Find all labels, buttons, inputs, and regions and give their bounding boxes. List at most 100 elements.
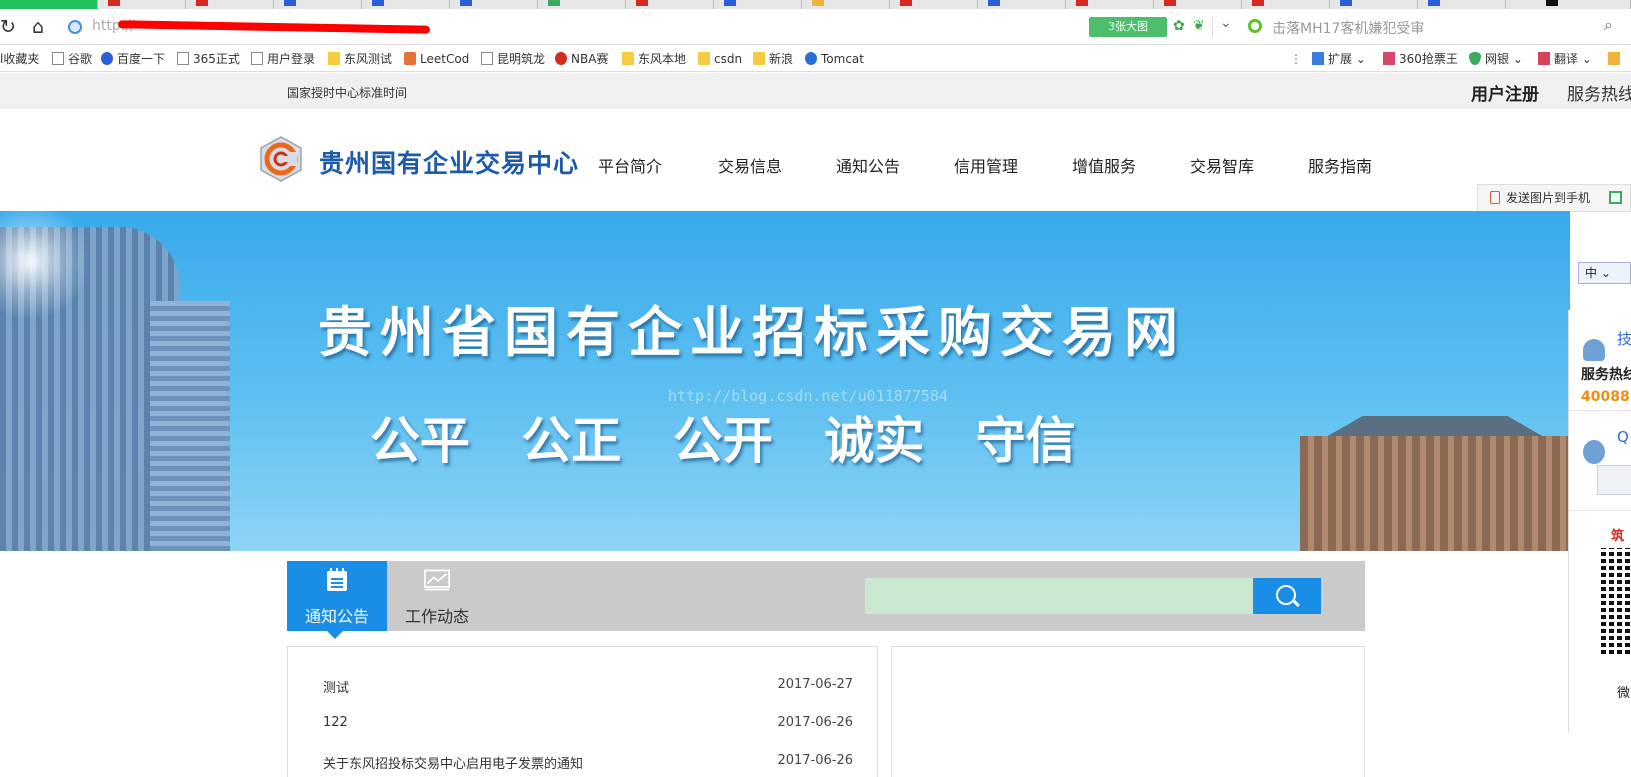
tool-label: 网银	[1485, 52, 1510, 66]
browser-tab[interactable]	[802, 0, 890, 9]
browser-tab[interactable]	[890, 0, 978, 9]
nav-value-added[interactable]: 增值服务	[1072, 153, 1136, 177]
folder-icon	[622, 52, 634, 65]
list-item[interactable]: 关于东风招投标交易中心启用电子发票的通知 2017-06-26	[323, 753, 853, 773]
browser-tab[interactable]	[98, 0, 186, 9]
browser-tab[interactable]	[1418, 0, 1506, 9]
notice-title[interactable]: 关于东风招投标交易中心启用电子发票的通知	[323, 753, 583, 772]
bookmark-dongfeng-local[interactable]: 东风本地	[622, 50, 686, 68]
tool-extensions[interactable]: 扩展 ⌄	[1312, 50, 1366, 68]
divider	[1569, 510, 1631, 511]
bookmark-label: 365正式	[193, 52, 240, 66]
banner-slogan: 公平 公正 公开 诚实 守信	[370, 411, 1076, 470]
nav-notices[interactable]: 通知公告	[836, 153, 900, 177]
bookmark-user-login[interactable]: 用户登录	[251, 50, 315, 68]
nav-platform-intro[interactable]: 平台简介	[598, 153, 662, 177]
more-icon[interactable]: ⋮	[1290, 50, 1302, 68]
hotline-number: 40088	[1581, 389, 1630, 405]
bookmark-leetcode[interactable]: LeetCod	[404, 50, 469, 68]
nav-trade-info[interactable]: 交易信息	[718, 153, 782, 177]
tool-bank[interactable]: 网银 ⌄	[1469, 50, 1523, 68]
bookmark-365[interactable]: 365正式	[177, 50, 240, 68]
hero-banner: 贵州省国有企业招标采购交易网 http://blog.csdn.net/u011…	[0, 211, 1570, 551]
divider	[1569, 410, 1631, 411]
bookmark-baidu[interactable]: 百度一下	[101, 50, 165, 68]
leaf-icon[interactable]: ❦	[1193, 18, 1205, 34]
browser-tab[interactable]	[362, 0, 450, 9]
tool-label: 扩展	[1328, 52, 1353, 66]
search-input[interactable]	[865, 578, 1253, 614]
tool-translate[interactable]: 翻译 ⌄	[1538, 50, 1592, 68]
standard-time-label: 国家授时中心标准时间	[287, 86, 408, 100]
qr-code-image	[1601, 548, 1631, 654]
search-icon[interactable]: ⌕	[1604, 15, 1613, 35]
language-switch[interactable]: 中 ⌄	[1578, 262, 1631, 284]
avatar[interactable]	[1597, 465, 1631, 495]
list-item[interactable]: 122 2017-06-26	[323, 715, 853, 735]
notice-title[interactable]: 测试	[323, 677, 349, 696]
tab-label: 通知公告	[304, 607, 369, 626]
bookmark-tomcat[interactable]: Tomcat	[805, 50, 864, 68]
folder-icon	[753, 52, 765, 65]
search-button[interactable]	[1253, 578, 1321, 614]
page-icon	[177, 52, 189, 65]
bookmark-nba[interactable]: NBA赛	[555, 50, 608, 68]
browser-tab[interactable]	[1330, 0, 1418, 9]
site-security-icon[interactable]	[68, 20, 82, 34]
redaction-mark	[117, 20, 431, 34]
bookmark-kunming[interactable]: 昆明筑龙	[481, 50, 545, 68]
search-news-hint[interactable]: 击落MH17客机嫌犯受审	[1272, 18, 1424, 38]
site-title[interactable]: 贵州国有企业交易中心	[319, 144, 579, 180]
home-icon[interactable]: ⌂	[32, 16, 44, 38]
send-to-phone-button[interactable]: 发送图片到手机	[1477, 184, 1631, 212]
reload-icon[interactable]: ↻	[0, 16, 16, 38]
notice-date: 2017-06-26	[777, 753, 853, 768]
browser-tab[interactable]	[626, 0, 714, 9]
notice-title[interactable]: 122	[323, 715, 348, 730]
bookmark-dongfeng-test[interactable]: 东风测试	[328, 50, 392, 68]
send-to-phone-label: 发送图片到手机	[1506, 191, 1591, 205]
big-image-button[interactable]: 3张大图	[1089, 17, 1167, 37]
browser-tab[interactable]	[1066, 0, 1154, 9]
bookmark-csdn[interactable]: csdn	[698, 50, 742, 68]
browser-tab[interactable]	[186, 0, 274, 9]
qr-icon[interactable]	[1609, 191, 1622, 204]
tool-ticket[interactable]: 360抢票王	[1383, 50, 1458, 68]
browser-tab[interactable]	[274, 0, 362, 9]
browser-tab[interactable]	[714, 0, 802, 9]
notice-date: 2017-06-27	[777, 677, 853, 692]
bookmark-label: LeetCod	[420, 52, 470, 66]
tab-notices[interactable]: 通知公告	[287, 561, 387, 639]
page-icon	[52, 52, 64, 65]
tower-image	[150, 301, 230, 551]
bookmark-google[interactable]: 谷歌	[52, 50, 92, 68]
nav-think-tank[interactable]: 交易智库	[1190, 153, 1254, 177]
bookmarks-bar: l收藏夹 谷歌 百度一下 365正式 用户登录 东风测试 LeetCod 昆明筑…	[0, 46, 1631, 72]
search-engine-icon[interactable]	[1248, 19, 1262, 33]
tab-work-updates[interactable]: 工作动态	[387, 561, 487, 631]
browser-tab[interactable]	[0, 0, 98, 9]
chevron-down-icon[interactable]: ⌄	[1220, 15, 1232, 31]
browser-tab[interactable]	[1506, 0, 1631, 9]
banner-title: 贵州省国有企业招标采购交易网	[318, 300, 1186, 364]
bookmark-sina[interactable]: 新浪	[753, 50, 793, 68]
bookmark-label: csdn	[714, 52, 743, 66]
nav-credit[interactable]: 信用管理	[954, 153, 1018, 177]
browser-tab[interactable]	[1242, 0, 1330, 9]
qq-label[interactable]: Q	[1617, 428, 1629, 446]
box-icon	[1608, 52, 1620, 65]
browser-tab[interactable]	[1154, 0, 1242, 9]
browser-tab[interactable]	[978, 0, 1066, 9]
tool-box[interactable]	[1608, 50, 1624, 68]
browser-tab[interactable]	[450, 0, 538, 9]
bookmark-favorites[interactable]: l收藏夹	[0, 50, 39, 68]
tool-label: 360抢票王	[1399, 52, 1458, 66]
tech-support-label[interactable]: 技	[1617, 328, 1631, 349]
site-logo[interactable]	[258, 136, 304, 182]
list-item[interactable]: 测试 2017-06-27	[323, 677, 853, 697]
extension-icon[interactable]: ✿	[1173, 18, 1185, 34]
browser-tab[interactable]	[538, 0, 626, 9]
site-header: 贵州国有企业交易中心 平台简介 交易信息 通知公告 信用管理 增值服务 交易智库…	[0, 109, 1631, 211]
register-link[interactable]: 用户注册	[1471, 80, 1539, 105]
nav-guide[interactable]: 服务指南	[1308, 153, 1372, 177]
